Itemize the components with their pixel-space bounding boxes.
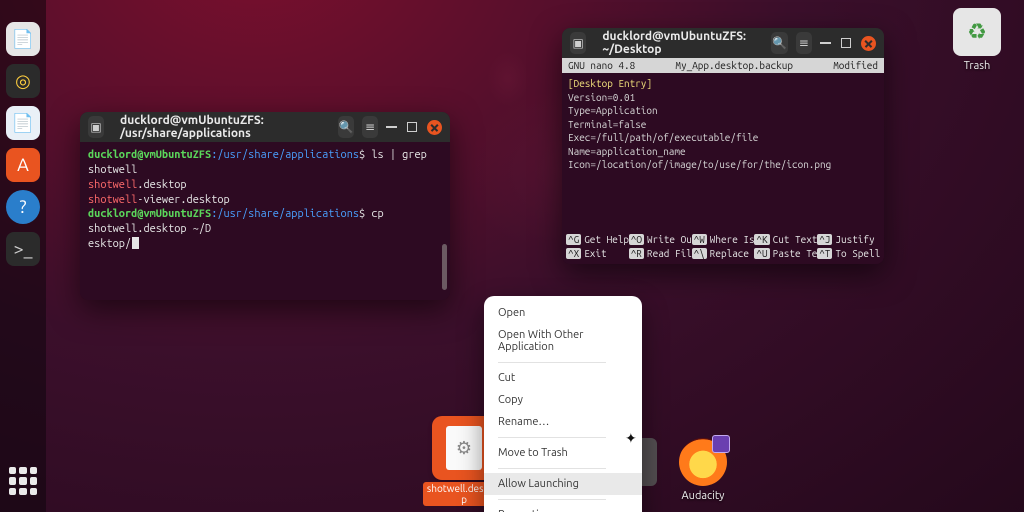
- nano-key-j-label: Justify: [835, 234, 874, 245]
- t1-out2a: shotwell: [88, 194, 137, 206]
- dock-software-icon[interactable]: A: [6, 148, 40, 182]
- nano-key-t: ^T: [817, 248, 832, 259]
- new-tab-icon[interactable]: ▣: [570, 32, 586, 54]
- t1-prompt2-path: :/usr/share/applications: [211, 208, 359, 220]
- nano-key-g: ^G: [566, 234, 581, 245]
- ctx-allow-launching[interactable]: Allow Launching: [484, 473, 642, 495]
- search-icon[interactable]: 🔍: [338, 116, 354, 138]
- desktop-audacity-label: Audacity: [682, 490, 725, 502]
- menu-icon[interactable]: ≡: [362, 116, 378, 138]
- audacity-icon: [679, 438, 727, 486]
- ctx-copy[interactable]: Copy: [484, 389, 642, 411]
- t1-prompt1-sym: $: [359, 149, 371, 161]
- terminal2-title: ducklord@vmUbuntuZFS: ~/Desktop: [602, 30, 755, 56]
- ctx-open-with[interactable]: Open With Other Application: [484, 324, 642, 358]
- nano-key-g-label: Get Help: [584, 234, 629, 245]
- nano-key-k-label: Cut Text: [773, 234, 818, 245]
- nano-l7: Icon=/location/of/image/to/use/for/the/i…: [568, 158, 878, 172]
- maximize-icon[interactable]: [841, 38, 851, 48]
- nano-key-w-label: Where Is: [710, 234, 755, 245]
- nano-key-r: ^R: [629, 248, 644, 259]
- desktop-trash[interactable]: ♻ Trash: [942, 8, 1012, 72]
- search-icon[interactable]: 🔍: [771, 32, 787, 54]
- t1-prompt1-user: ducklord@vmUbuntuZFS: [88, 149, 211, 161]
- minimize-icon[interactable]: [820, 42, 831, 44]
- dock-writer-icon[interactable]: 📄: [6, 106, 40, 140]
- scrollbar-thumb[interactable]: [442, 244, 447, 290]
- nano-key-u: ^U: [754, 248, 769, 259]
- nano-key-w: ^W: [692, 234, 707, 245]
- nano-key-x-label: Exit: [584, 248, 606, 259]
- dock-terminal-icon[interactable]: >_: [6, 232, 40, 266]
- separator-icon: [498, 362, 606, 363]
- terminal1-titlebar[interactable]: ▣ ducklord@vmUbuntuZFS: /usr/share/appli…: [80, 112, 450, 142]
- dock-help-icon[interactable]: ?: [6, 190, 40, 224]
- nano-key-j: ^J: [817, 234, 832, 245]
- terminal-desktop-window[interactable]: ▣ ducklord@vmUbuntuZFS: ~/Desktop 🔍 ≡ GN…: [562, 28, 884, 264]
- separator-icon: [498, 437, 606, 438]
- t1-prompt2-sym: $: [359, 208, 371, 220]
- t1-prompt2-user: ducklord@vmUbuntuZFS: [88, 208, 211, 220]
- ctx-open[interactable]: Open: [484, 302, 642, 324]
- launcher-dock: 📄 ◎ 📄 A ? >_: [0, 0, 46, 512]
- nano-l4: Terminal=false: [568, 118, 878, 132]
- terminal2-titlebar[interactable]: ▣ ducklord@vmUbuntuZFS: ~/Desktop 🔍 ≡: [562, 28, 884, 58]
- nano-key-bs: ^\: [692, 248, 707, 259]
- dock-rhythmbox-icon[interactable]: ◎: [6, 64, 40, 98]
- trash-icon: ♻: [953, 8, 1001, 56]
- desktop-audacity[interactable]: Audacity: [668, 438, 738, 502]
- dock-files-icon[interactable]: 📄: [6, 22, 40, 56]
- context-menu: Open Open With Other Application Cut Cop…: [484, 296, 642, 512]
- terminal1-body[interactable]: ducklord@vmUbuntuZFS:/usr/share/applicat…: [80, 142, 450, 300]
- nano-key-x: ^X: [566, 248, 581, 259]
- new-tab-icon[interactable]: ▣: [88, 116, 104, 138]
- nano-app: GNU nano 4.8: [568, 59, 635, 73]
- terminal-applications-window[interactable]: ▣ ducklord@vmUbuntuZFS: /usr/share/appli…: [80, 112, 450, 300]
- nano-l6: Name=application_name: [568, 145, 878, 159]
- close-icon[interactable]: [861, 36, 876, 51]
- nano-key-k: ^K: [754, 234, 769, 245]
- maximize-icon[interactable]: [407, 122, 417, 132]
- terminal2-body[interactable]: GNU nano 4.8 My_App.desktop.backup Modif…: [562, 58, 884, 264]
- desktop-trash-label: Trash: [964, 60, 991, 72]
- nano-body: [Desktop Entry] Version=0.01 Type=Applic…: [562, 73, 884, 176]
- nano-key-t-label: To Spell: [835, 248, 880, 259]
- nano-key-r-label: Read File: [647, 248, 692, 259]
- nano-key-u-label: Paste Text: [773, 248, 818, 259]
- nano-l2: Version=0.01: [568, 91, 878, 105]
- close-icon[interactable]: [427, 120, 442, 135]
- t1-out1b: .desktop: [137, 179, 186, 191]
- ctx-cut[interactable]: Cut: [484, 367, 642, 389]
- ctx-move-to-trash[interactable]: Move to Trash: [484, 442, 642, 464]
- cursor-pointer-icon: ✦: [625, 430, 637, 447]
- separator-icon: [498, 468, 606, 469]
- terminal1-title: ducklord@vmUbuntuZFS: /usr/share/applica…: [120, 114, 322, 140]
- nano-footer: ^GGet Help ^OWrite Out ^WWhere Is ^K Cut …: [562, 231, 884, 264]
- menu-icon[interactable]: ≡: [796, 32, 812, 54]
- nano-flag: Modified: [833, 59, 878, 73]
- nano-l5: Exec=/full/path/of/executable/file: [568, 131, 878, 145]
- nano-key-o: ^O: [629, 234, 644, 245]
- cursor-icon: [132, 237, 139, 249]
- t1-prompt2-cmd-wrap: esktop/: [88, 238, 131, 250]
- t1-prompt1-path: :/usr/share/applications: [211, 149, 359, 161]
- gear-icon: ⚙: [446, 426, 482, 470]
- nano-file: My_App.desktop.backup: [675, 59, 793, 73]
- nano-key-o-label: Write Out: [647, 234, 692, 245]
- ctx-properties[interactable]: Properties: [484, 504, 642, 512]
- nano-l3: Type=Application: [568, 104, 878, 118]
- t1-out2b: -viewer.desktop: [137, 194, 229, 206]
- nano-key-bs-label: Replace: [710, 248, 749, 259]
- nano-header: GNU nano 4.8 My_App.desktop.backup Modif…: [562, 58, 884, 73]
- show-applications-icon[interactable]: [6, 464, 40, 498]
- separator-icon: [498, 499, 606, 500]
- nano-l1: [Desktop Entry]: [568, 77, 878, 91]
- t1-out1a: shotwell: [88, 179, 137, 191]
- minimize-icon[interactable]: [386, 126, 397, 128]
- ctx-rename[interactable]: Rename…: [484, 411, 642, 433]
